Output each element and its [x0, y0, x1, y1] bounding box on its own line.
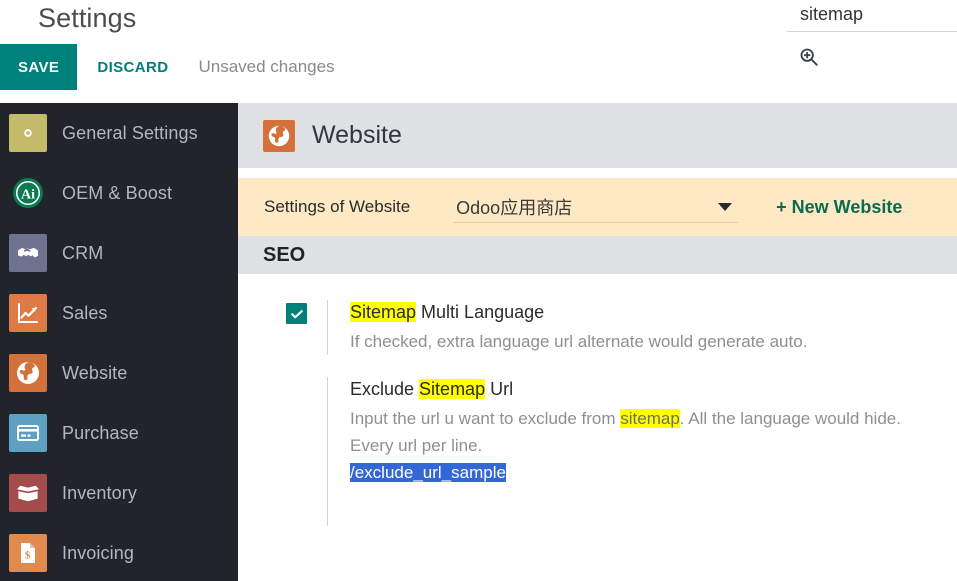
sidebar-item-label: Sales [62, 302, 108, 323]
sidebar-item-website[interactable]: Website [0, 343, 238, 403]
sidebar-item-sales[interactable]: Sales [0, 283, 238, 343]
globe-icon [9, 354, 47, 392]
sidebar-item-crm[interactable]: CRM [0, 223, 238, 283]
website-select-value: Odoo应用商店 [456, 197, 573, 218]
setting-sitemap-multi-language: Sitemap Multi Language If checked, extra… [238, 300, 957, 355]
sitemap-title-rest: Multi Language [416, 302, 545, 322]
exclude-title-prefix: Exclude [350, 379, 420, 399]
sitemap-multi-language-checkbox[interactable] [286, 303, 307, 324]
sidebar-item-label: Inventory [62, 482, 137, 503]
magnifier-plus-icon[interactable] [798, 40, 834, 74]
exclude-sitemap-url-text: Exclude Sitemap Url Input the url u want… [328, 377, 910, 486]
main-content: Website Settings of Website Odoo应用商店 + N… [238, 103, 957, 581]
exclude-sitemap-url-description: Input the url u want to exclude from sit… [350, 405, 910, 486]
sitemap-multi-language-title: Sitemap Multi Language [350, 300, 807, 324]
credit-card-icon [9, 414, 47, 452]
app-title: Website [312, 121, 402, 149]
exclude-url-value-selected[interactable]: /exclude_url_sample [350, 463, 506, 482]
header-gap [238, 168, 957, 178]
line-chart-icon [9, 294, 47, 332]
sitemap-highlight: Sitemap [350, 302, 417, 322]
sidebar-item-label: Purchase [62, 422, 139, 443]
sidebar-item-invoicing[interactable]: $ Invoicing [0, 523, 238, 581]
exclude-sitemap-url-title: Exclude Sitemap Url [350, 377, 910, 401]
website-select[interactable]: Odoo应用商店 [453, 191, 739, 223]
search-input[interactable] [787, 0, 957, 32]
sitemap-multi-language-text: Sitemap Multi Language If checked, extra… [328, 300, 807, 355]
handshake-icon [9, 234, 47, 272]
setting-divider-tail [327, 486, 328, 526]
chevron-down-icon [718, 203, 733, 211]
sidebar-item-label: OEM & Boost [62, 182, 173, 203]
website-selector-bar: Settings of Website Odoo应用商店 + New Websi… [238, 178, 957, 236]
settings-of-website-label: Settings of Website [264, 197, 411, 216]
svg-text:Ai: Ai [21, 188, 35, 203]
checkbox-spacer [286, 377, 307, 486]
sidebar-item-label: CRM [62, 242, 104, 263]
seo-section-header: SEO [238, 236, 957, 274]
sitemap-highlight: Sitemap [419, 379, 486, 399]
open-box-icon [9, 474, 47, 512]
globe-icon [263, 119, 295, 152]
app-root: Settings SAVE DISCARD Unsaved changes si… [0, 0, 957, 581]
sidebar-item-purchase[interactable]: Purchase [0, 403, 238, 463]
save-button[interactable]: SAVE [0, 44, 78, 90]
setting-exclude-sitemap-url: Exclude Sitemap Url Input the url u want… [238, 377, 957, 486]
new-website-link[interactable]: + New Website [776, 197, 902, 218]
ai-badge-icon: Ai [9, 174, 47, 212]
sidebar-item-label: Website [62, 362, 128, 383]
invoice-dollar-icon: $ [9, 534, 47, 572]
sitemap-highlight: sitemap [620, 409, 680, 428]
sidebar-item-label: General Settings [62, 122, 198, 143]
top-header: Settings SAVE DISCARD Unsaved changes [0, 0, 957, 103]
svg-text:$: $ [25, 550, 31, 562]
sidebar-item-general-settings[interactable]: General Settings [0, 103, 238, 163]
sidebar-item-label: Invoicing [62, 542, 134, 563]
unsaved-changes-label: Unsaved changes [198, 57, 335, 76]
sidebar-item-oem-boost[interactable]: Ai OEM & Boost [0, 163, 238, 223]
settings-body: Sitemap Multi Language If checked, extra… [238, 274, 957, 581]
page-title: Settings [38, 3, 137, 33]
sidebar: General Settings Ai OEM & Boost CRM Sale… [0, 103, 238, 581]
search-area [787, 0, 957, 66]
discard-button[interactable]: DISCARD [81, 44, 184, 90]
exclude-title-suffix: Url [485, 379, 514, 399]
desc-part-1: Input the url u want to exclude from [350, 409, 621, 428]
gear-icon [9, 114, 47, 152]
action-toolbar: SAVE DISCARD Unsaved changes [0, 44, 335, 90]
sitemap-multi-language-description: If checked, extra language url alternate… [350, 332, 808, 351]
seo-section-title: SEO [263, 243, 306, 266]
sidebar-item-inventory[interactable]: Inventory [0, 463, 238, 523]
app-header: Website [238, 103, 957, 168]
